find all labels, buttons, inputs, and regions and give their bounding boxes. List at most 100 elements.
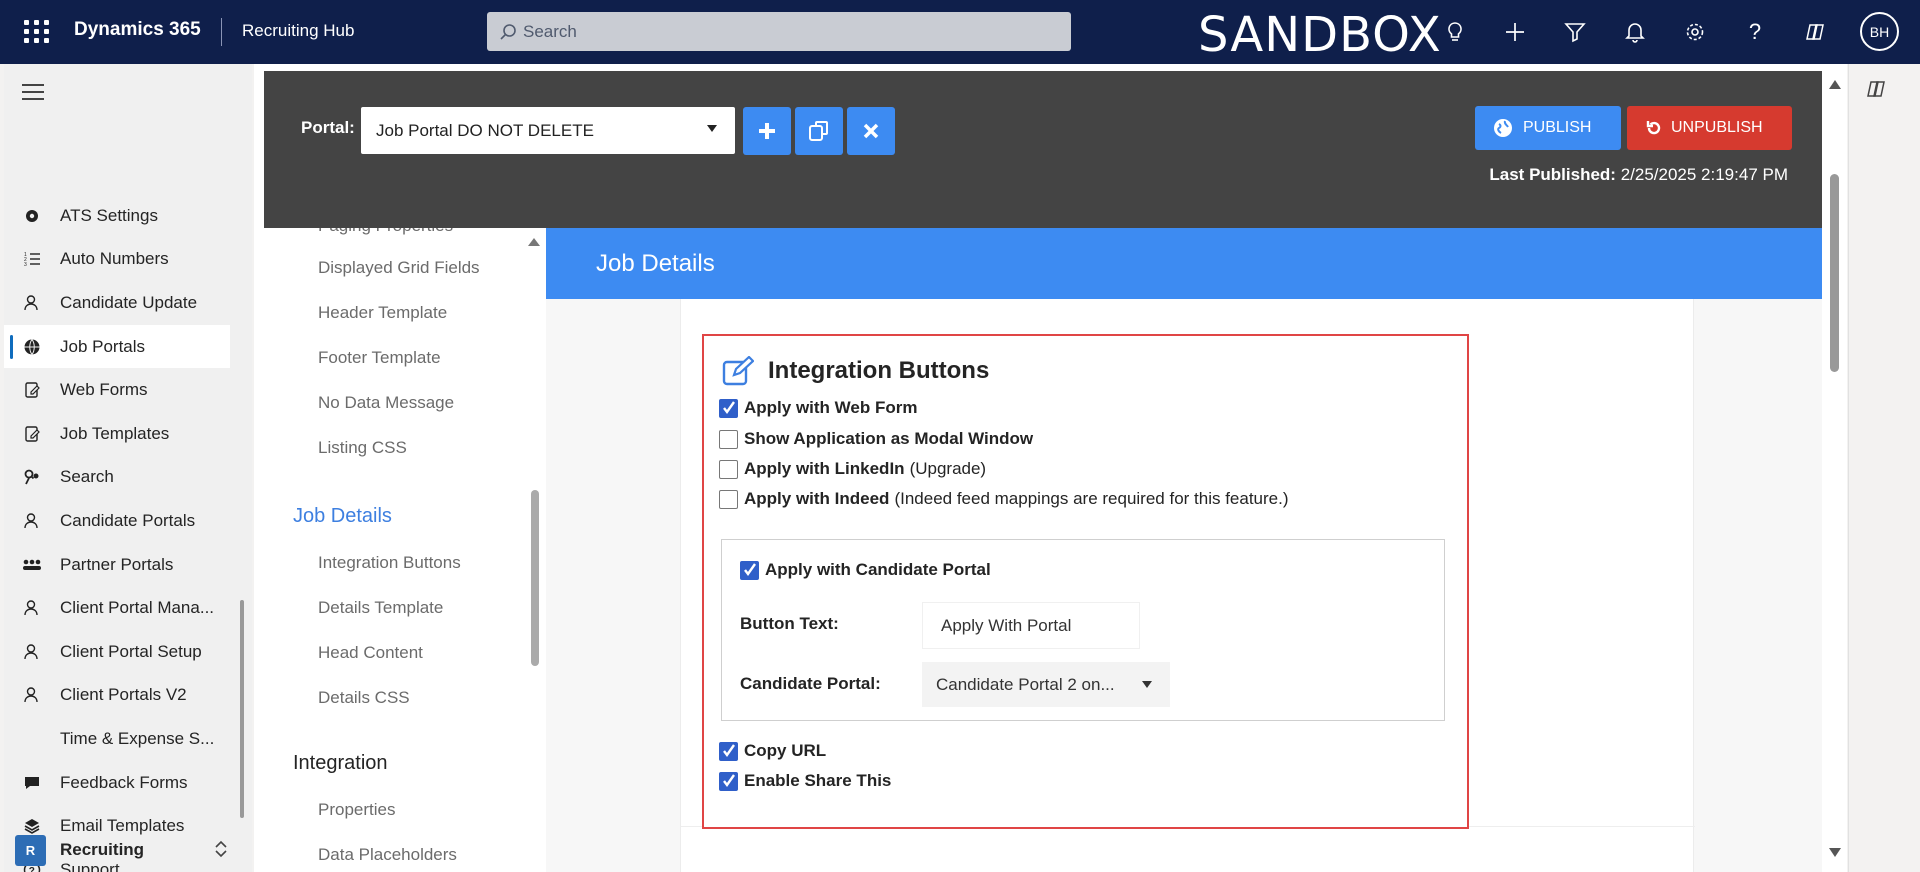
form-edit-icon bbox=[22, 380, 42, 400]
scroll-up-arrow-icon[interactable] bbox=[528, 238, 540, 246]
main-scrollbar[interactable] bbox=[1824, 64, 1846, 872]
sidebar-item-client-portals-v2[interactable]: Client Portals V2 bbox=[4, 674, 252, 718]
unpublish-button[interactable]: UNPUBLISH bbox=[1627, 106, 1792, 150]
person-sync-icon bbox=[22, 293, 42, 313]
search-people-icon bbox=[22, 467, 42, 487]
filter-icon[interactable] bbox=[1560, 17, 1590, 47]
person-tree-icon bbox=[22, 598, 42, 618]
sidebar-item-candidate-update[interactable]: Candidate Update bbox=[4, 281, 252, 325]
section-heading-job-details[interactable]: Job Details bbox=[293, 505, 392, 528]
help-icon[interactable]: ? bbox=[1740, 17, 1770, 47]
candidate-portal-label: Candidate Portal: bbox=[740, 674, 881, 693]
checkbox-checked-icon bbox=[719, 398, 738, 418]
section-item[interactable]: Displayed Grid Fields bbox=[318, 258, 480, 278]
plus-icon bbox=[759, 123, 775, 139]
section-item[interactable]: Details CSS bbox=[318, 688, 410, 708]
delete-portal-button[interactable] bbox=[847, 107, 895, 155]
scroll-up-arrow-icon[interactable] bbox=[1829, 80, 1841, 89]
sidebar-item-label: Search bbox=[60, 467, 114, 487]
plus-icon[interactable] bbox=[1500, 17, 1530, 47]
checkbox-copy-url[interactable]: Copy URL bbox=[719, 741, 826, 761]
feedback-icon bbox=[22, 773, 42, 793]
section-item-paging-properties[interactable]: Paging Properties bbox=[318, 228, 453, 236]
sidebar-item-time-expense-s[interactable]: Time & Expense S... bbox=[4, 717, 252, 761]
checkbox-note: (Indeed feed mappings are required for t… bbox=[894, 489, 1289, 508]
checkbox-label: Apply with LinkedIn bbox=[744, 459, 905, 478]
checkbox-apply-web-form[interactable]: Apply with Web Form bbox=[719, 398, 917, 418]
sidebar-item-job-portals[interactable]: Job Portals bbox=[4, 324, 230, 369]
checkbox-apply-candidate-portal[interactable]: Apply with Candidate Portal bbox=[740, 560, 991, 580]
sidebar-item-label: Client Portal Setup bbox=[60, 641, 202, 661]
section-item[interactable]: Header Template bbox=[318, 303, 447, 323]
globe-icon bbox=[1494, 119, 1512, 137]
scroll-down-arrow-icon[interactable] bbox=[1829, 848, 1841, 857]
scrollbar-thumb[interactable] bbox=[1830, 174, 1839, 372]
sidebar-item-job-templates[interactable]: Job Templates bbox=[4, 412, 252, 456]
section-item[interactable]: Footer Template bbox=[318, 348, 441, 368]
copilot-icon[interactable] bbox=[1800, 17, 1830, 47]
sidebar-item-label: Candidate Portals bbox=[60, 510, 196, 530]
candidate-portal-group: Apply with Candidate Portal Button Text:… bbox=[721, 539, 1445, 721]
section-item[interactable]: Listing CSS bbox=[318, 438, 407, 458]
checkbox-apply-indeed[interactable]: Apply with Indeed (Indeed feed mappings … bbox=[719, 489, 1289, 509]
sidebar-item-partner-portals[interactable]: Partner Portals bbox=[4, 543, 252, 587]
environment-label: SANDBOX bbox=[1198, 7, 1442, 63]
section-item[interactable]: Data Placeholders bbox=[318, 845, 457, 865]
sidebar-item-feedback-forms[interactable]: Feedback Forms bbox=[4, 761, 252, 805]
portal-label: Portal: bbox=[301, 118, 355, 137]
checkbox-label: Apply with Candidate Portal bbox=[765, 560, 991, 579]
search-box[interactable]: Search bbox=[487, 12, 1071, 51]
publish-label: PUBLISH bbox=[1523, 119, 1592, 136]
sidebar-item-candidate-portals[interactable]: Candidate Portals bbox=[4, 499, 252, 543]
chevron-up-down-icon bbox=[214, 840, 228, 861]
section-item-integration-buttons[interactable]: Integration Buttons bbox=[318, 553, 461, 573]
blank-icon bbox=[22, 729, 42, 749]
people-icon bbox=[22, 511, 42, 531]
search-placeholder: Search bbox=[523, 21, 577, 41]
section-item[interactable]: No Data Message bbox=[318, 393, 454, 413]
checkbox-checked-icon bbox=[740, 560, 759, 580]
integration-buttons-panel: Integration Buttons Apply with Web Form … bbox=[702, 334, 1469, 829]
sidebar-item-label: Auto Numbers bbox=[60, 249, 169, 269]
copy-portal-button[interactable] bbox=[795, 107, 843, 155]
sidebar-item-client-portal-mana[interactable]: Client Portal Mana... bbox=[4, 586, 252, 630]
portal-toolbar: Portal: Job Portal DO NOT DELETE PUBLISH… bbox=[264, 71, 1822, 228]
sidebar-item-label: Partner Portals bbox=[60, 554, 174, 574]
hamburger-menu-icon[interactable] bbox=[22, 84, 46, 105]
copilot-icon[interactable] bbox=[1865, 78, 1887, 105]
sidebar-item-ats-settings[interactable]: ATS Settings bbox=[4, 194, 252, 238]
close-icon bbox=[863, 123, 879, 139]
checkbox-show-modal[interactable]: Show Application as Modal Window bbox=[719, 429, 1033, 449]
section-item[interactable]: Properties bbox=[318, 800, 395, 820]
sidebar-item-auto-numbers[interactable]: 1 2 3 Auto Numbers bbox=[4, 238, 252, 282]
bell-icon[interactable] bbox=[1620, 17, 1650, 47]
gear-icon[interactable] bbox=[1680, 17, 1710, 47]
app-name[interactable]: Recruiting Hub bbox=[242, 21, 354, 41]
app-launcher-icon[interactable] bbox=[22, 18, 49, 44]
lightbulb-icon[interactable] bbox=[1440, 17, 1470, 47]
section-scrollbar[interactable] bbox=[531, 490, 539, 666]
portal-select[interactable]: Job Portal DO NOT DELETE bbox=[361, 107, 735, 154]
sidebar-item-client-portal-setup[interactable]: Client Portal Setup bbox=[4, 630, 252, 674]
add-portal-button[interactable] bbox=[743, 107, 791, 155]
checkbox-unchecked-icon bbox=[719, 459, 738, 479]
section-item[interactable]: Head Content bbox=[318, 643, 423, 663]
checkbox-apply-linkedin[interactable]: Apply with LinkedIn (Upgrade) bbox=[719, 459, 986, 479]
brand-name[interactable]: Dynamics 365 bbox=[74, 19, 201, 41]
avatar[interactable]: BH bbox=[1860, 12, 1899, 51]
panel-title: Integration Buttons bbox=[722, 356, 989, 386]
nav-scrollbar[interactable] bbox=[240, 600, 244, 818]
checkbox-checked-icon bbox=[719, 771, 738, 791]
search-icon bbox=[500, 23, 516, 40]
person-icon bbox=[22, 685, 42, 705]
button-text-input[interactable]: Apply With Portal bbox=[922, 602, 1140, 649]
sidebar-item-web-forms[interactable]: Web Forms bbox=[4, 368, 252, 412]
publish-button[interactable]: PUBLISH bbox=[1475, 106, 1621, 150]
checkbox-enable-share-this[interactable]: Enable Share This bbox=[719, 771, 891, 791]
sidebar-item-search[interactable]: Search bbox=[4, 456, 252, 500]
dropdown-arrow-icon bbox=[1142, 681, 1152, 688]
area-switcher[interactable]: R Recruiting bbox=[4, 828, 252, 872]
section-item[interactable]: Details Template bbox=[318, 598, 443, 618]
section-heading-integration[interactable]: Integration bbox=[293, 752, 388, 775]
candidate-portal-select[interactable]: Candidate Portal 2 on... bbox=[922, 662, 1170, 707]
